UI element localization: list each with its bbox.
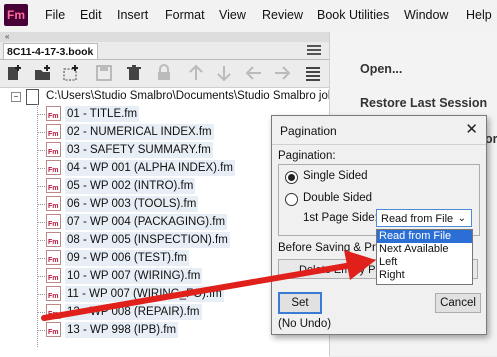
book-icon xyxy=(26,89,39,105)
undo-status: (No Undo) xyxy=(278,318,332,330)
move-up-icon[interactable] xyxy=(187,64,205,82)
option-read-from-file[interactable]: Read from File xyxy=(377,230,472,243)
fm-file-icon: Fm xyxy=(46,304,61,319)
add-folder-icon[interactable] xyxy=(34,64,52,82)
pagination-dialog: Pagination ✕ Pagination: Single Sided Do… xyxy=(271,115,487,335)
menu-review[interactable]: Review xyxy=(262,8,303,22)
file-label: 07 - WP 004 (PACKAGING).fm xyxy=(65,214,228,230)
fm-file-icon: Fm xyxy=(46,142,61,157)
collapse-toggle-icon[interactable]: − xyxy=(11,92,21,102)
single-sided-radio[interactable] xyxy=(285,171,298,184)
option-next-available[interactable]: Next Available xyxy=(377,243,472,256)
add-file-icon[interactable] xyxy=(6,64,24,82)
open-link[interactable]: Open... xyxy=(360,62,402,76)
file-label: 11 - WP 007 (WIRING_FO).fm xyxy=(65,286,224,302)
menu-insert[interactable]: Insert xyxy=(117,8,148,22)
set-button[interactable]: Set xyxy=(278,292,322,314)
chevron-down-icon: ⌄ xyxy=(457,213,466,224)
single-sided-label[interactable]: Single Sided xyxy=(303,170,368,182)
restore-session-link[interactable]: Restore Last Session xyxy=(360,96,487,110)
cancel-button[interactable]: Cancel xyxy=(435,293,481,313)
fm-file-icon: Fm xyxy=(46,322,61,337)
menu-edit[interactable]: Edit xyxy=(80,8,102,22)
menu-help[interactable]: Help xyxy=(466,8,492,22)
lock-icon[interactable] xyxy=(155,64,173,82)
select-value: Read from File xyxy=(381,213,454,225)
list-view-icon[interactable] xyxy=(304,64,322,82)
fm-file-icon: Fm xyxy=(46,250,61,265)
file-label: 10 - WP 007 (WIRING).fm xyxy=(65,268,203,284)
file-label: 09 - WP 006 (TEST).fm xyxy=(65,250,189,266)
file-label: 03 - SAFETY SUMMARY.fm xyxy=(65,142,213,158)
menu-view[interactable]: View xyxy=(219,8,246,22)
menu-book-utilities[interactable]: Book Utilities xyxy=(317,8,389,22)
dialog-title: Pagination xyxy=(280,124,337,138)
book-root-path: C:\Users\Studio Smalbro\Documents\Studio… xyxy=(46,90,344,102)
file-label: 02 - NUMERICAL INDEX.fm xyxy=(65,124,214,140)
panel-collapse-bar[interactable]: « xyxy=(0,32,329,42)
move-right-icon[interactable] xyxy=(273,64,291,82)
delete-icon[interactable] xyxy=(125,64,143,82)
file-label: 06 - WP 003 (TOOLS).fm xyxy=(65,196,199,212)
file-label: 01 - TITLE.fm xyxy=(65,106,140,122)
dialog-divider xyxy=(272,144,486,145)
first-page-side-select[interactable]: Read from File ⌄ xyxy=(376,209,472,227)
option-right[interactable]: Right xyxy=(377,269,472,282)
book-toolbar xyxy=(0,60,329,87)
fm-file-icon: Fm xyxy=(46,160,61,175)
fm-file-icon: Fm xyxy=(46,106,61,121)
fm-file-icon: Fm xyxy=(46,196,61,211)
book-tab[interactable]: 8C11-4-17-3.book xyxy=(3,43,98,59)
framemaker-logo: Fm xyxy=(4,4,28,26)
fm-file-icon: Fm xyxy=(46,214,61,229)
double-sided-radio[interactable] xyxy=(285,193,298,206)
file-label: 08 - WP 005 (INSPECTION).fm xyxy=(65,232,230,248)
file-label: 12 - WP 008 (REPAIR).fm xyxy=(65,304,202,320)
pagination-label: Pagination: xyxy=(278,150,336,162)
fm-file-icon: Fm xyxy=(46,268,61,283)
add-group-icon[interactable] xyxy=(62,64,80,82)
menu-file[interactable]: File xyxy=(45,8,65,22)
menu-format[interactable]: Format xyxy=(165,8,205,22)
file-label: 04 - WP 001 (ALPHA INDEX).fm xyxy=(65,160,235,176)
double-sided-label[interactable]: Double Sided xyxy=(303,192,372,204)
first-page-side-dropdown: Read from File Next Available Left Right xyxy=(376,229,473,285)
panel-menu-icon[interactable] xyxy=(307,45,321,57)
save-icon[interactable] xyxy=(95,64,113,82)
fm-file-icon: Fm xyxy=(46,124,61,139)
fm-file-icon: Fm xyxy=(46,232,61,247)
move-down-icon[interactable] xyxy=(215,64,233,82)
menu-window[interactable]: Window xyxy=(404,8,448,22)
tree-connector xyxy=(37,104,38,347)
menu-bar: Fm File Edit Insert Format View Review B… xyxy=(0,0,497,33)
move-left-icon[interactable] xyxy=(245,64,263,82)
file-label: 13 - WP 998 (IPB).fm xyxy=(65,322,179,338)
first-page-side-label: 1st Page Side: xyxy=(303,212,378,224)
fm-file-icon: Fm xyxy=(46,178,61,193)
close-icon[interactable]: ✕ xyxy=(465,120,478,138)
file-label: 05 - WP 002 (INTRO).fm xyxy=(65,178,196,194)
fm-file-icon: Fm xyxy=(46,286,61,301)
option-left[interactable]: Left xyxy=(377,256,472,269)
